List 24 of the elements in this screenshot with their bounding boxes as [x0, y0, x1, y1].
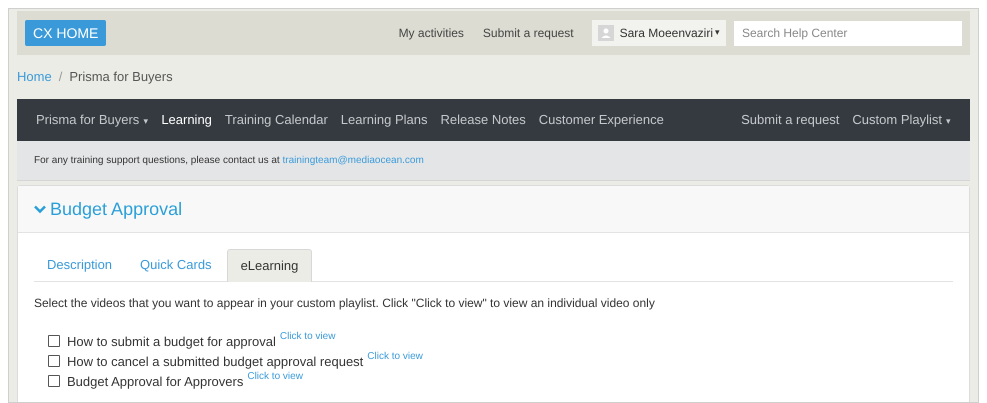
nav-link[interactable]: Learning — [161, 110, 212, 130]
nav-link[interactable]: Prisma for Buyers ▾ — [36, 110, 148, 130]
nav-link[interactable]: Learning Plans — [340, 110, 428, 130]
nav-link[interactable]: Release Notes — [440, 110, 526, 130]
video-title: Budget Approval for Approvers — [67, 373, 244, 391]
video-title: How to cancel a submitted budget approval request — [67, 353, 364, 371]
header-link[interactable]: My activities — [398, 24, 464, 42]
breadcrumb-separator: / — [58, 68, 62, 86]
instructions-text: Select the videos that you want to appear in your custom playlist. Click "Click to view" to view an individual video only — [34, 295, 656, 312]
checkbox[interactable] — [48, 375, 60, 387]
notice-text: For any training support questions, please contact us at trainingteam@mediaocean.com — [34, 154, 424, 168]
tab[interactable]: eLearning — [226, 249, 312, 282]
checkbox[interactable] — [48, 355, 60, 367]
nav-link[interactable]: Customer Experience — [538, 110, 664, 130]
header-link[interactable]: Submit a request — [482, 24, 574, 42]
checkbox[interactable] — [48, 335, 60, 347]
nav-link[interactable]: Training Calendar — [224, 110, 328, 130]
video-title: How to submit a budget for approval — [67, 333, 276, 351]
search-field[interactable]: Search Help Center — [734, 20, 962, 46]
breadcrumb-current: Prisma for Buyers — [69, 68, 173, 86]
nav-link[interactable]: Submit a request — [741, 110, 840, 130]
user-menu-button[interactable]: Sara Moeenvaziri ▾ — [592, 20, 726, 46]
nav-link[interactable]: Custom Playlist ▾ — [852, 110, 951, 130]
avatar-icon — [598, 25, 614, 41]
